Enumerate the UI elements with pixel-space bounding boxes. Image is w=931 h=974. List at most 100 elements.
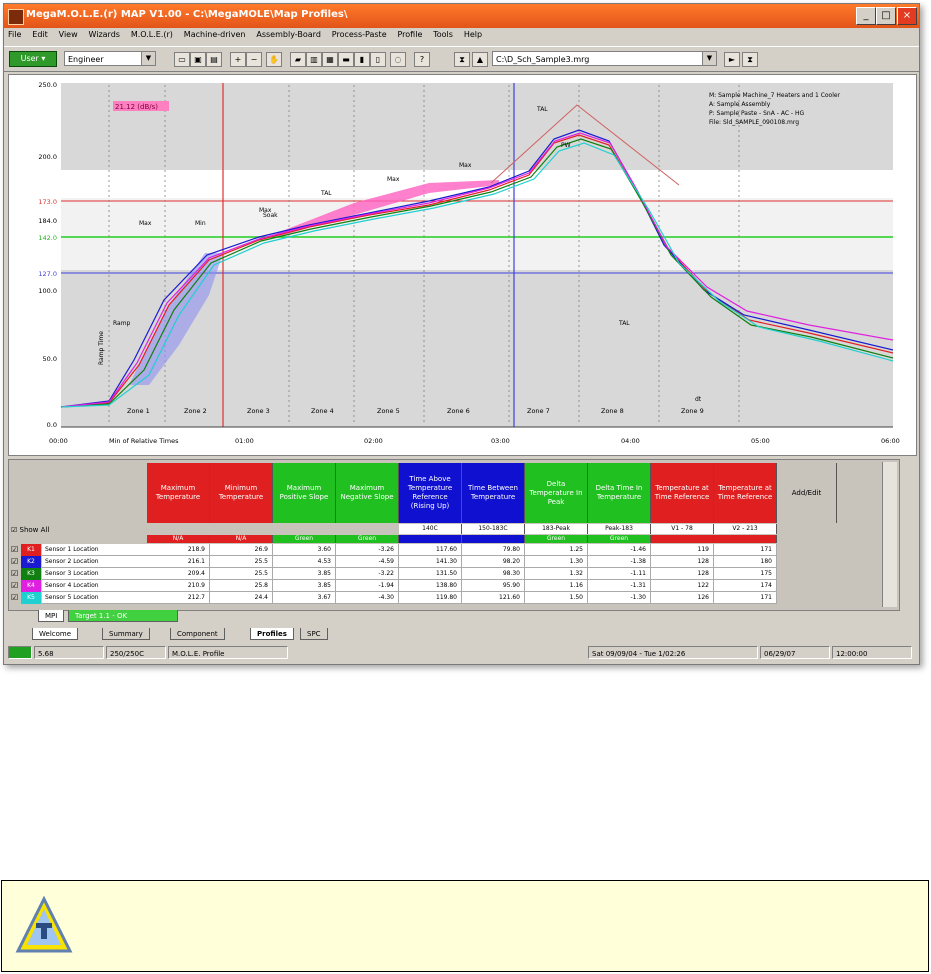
table-scrollbar[interactable] [882,462,897,607]
value-cell: 212.7 [147,592,210,604]
arrow-right-icon[interactable]: ► [724,52,740,67]
tab-mpi[interactable]: MPI [38,610,65,622]
filter-icon[interactable]: ▯ [370,52,386,67]
menu-view[interactable]: View [55,28,82,41]
max-label-4: Max [459,162,472,169]
arrow-up-icon[interactable]: ▲ [472,52,488,67]
col-header[interactable]: Maximum Negative Slope [336,463,399,523]
menu-tools[interactable]: Tools [429,28,457,41]
value-cell: -1.46 [588,544,651,556]
status-cell [462,535,525,543]
menu-process[interactable]: Process-Paste [328,28,391,41]
col-header[interactable]: Temperature at Time Reference [714,463,777,523]
tab-summary[interactable]: Summary [102,628,150,640]
table-row[interactable]: ☑ K3 Sensor 3 Location 209.4 25.5 3.85 -… [9,568,899,580]
value-cell: 180 [714,556,777,568]
col-header[interactable]: Maximum Positive Slope [273,463,336,523]
row-checkbox[interactable]: ☑ [11,593,18,602]
menu-machine[interactable]: Machine-driven [180,28,250,41]
col-header[interactable]: Maximum Temperature [147,463,210,523]
pw-label: PW [561,142,571,149]
value-cell: 122 [651,580,714,592]
chart-icon[interactable]: ▥ [306,52,322,67]
close-button[interactable]: × [897,7,917,25]
table-row[interactable]: ☑ K5 Sensor 5 Location 212.7 24.4 3.67 -… [9,592,899,604]
value-cell: 3.60 [273,544,336,556]
row-checkbox[interactable]: ☑ [11,545,18,554]
zoom-out-icon[interactable]: − [246,52,262,67]
row-checkbox[interactable]: ☑ [11,569,18,578]
maximize-button[interactable]: □ [876,7,896,25]
refresh-icon[interactable]: ◌ [390,52,406,67]
new-icon[interactable]: ▭ [174,52,190,67]
user-role-combo[interactable]: Engineer ▼ [64,51,156,66]
status-cell [714,535,777,543]
col-header[interactable]: Time Above Temperature Reference (Rising… [399,463,462,523]
table-row[interactable]: ☑ K2 Sensor 2 Location 216.1 25.5 4.53 -… [9,556,899,568]
y-tick: 0.0 [47,421,57,429]
row-checkbox[interactable]: ☑ [11,581,18,590]
print-icon[interactable]: ▤ [206,52,222,67]
zoom-in-icon[interactable]: + [230,52,246,67]
tab-component[interactable]: Component [170,628,225,640]
zone-label: Zone 9 [681,407,704,415]
table-row[interactable]: ☑ K1 Sensor 1 Location 218.9 26.9 3.60 -… [9,544,899,556]
save-icon[interactable]: ▣ [190,52,206,67]
tab-welcome[interactable]: Welcome [32,628,79,640]
menu-wizards[interactable]: Wizards [85,28,124,41]
menu-edit[interactable]: Edit [28,28,52,41]
table-row[interactable]: ☑ K4 Sensor 4 Location 210.9 25.8 3.85 -… [9,580,899,592]
table-icon[interactable]: ▦ [322,52,338,67]
menu-profile[interactable]: Profile [393,28,426,41]
tab-profiles[interactable]: Profiles [250,628,294,640]
hand-icon[interactable]: ✋ [266,52,282,67]
row-checkbox[interactable]: ☑ [11,557,18,566]
add-edit-button[interactable]: Add/Edit [777,463,837,523]
value-cell: 216.1 [147,556,210,568]
zone-label: Zone 8 [601,407,624,415]
value-cell: 121.60 [462,592,525,604]
col-header[interactable]: Delta Time In Temperature [588,463,651,523]
file-combo[interactable]: C:\D_Sch_Sample3.mrg ▼ [492,51,717,66]
tab-spc[interactable]: SPC [300,628,328,640]
minimize-button[interactable]: _ [856,7,876,25]
profile-plot[interactable]: 21.12 (dB/s) M: Sample Machine_7 Heaters… [8,74,917,456]
y-tick: 200.0 [38,153,57,161]
ruler-icon[interactable]: ▬ [338,52,354,67]
menu-assembly[interactable]: Assembly-Board [252,28,325,41]
menu-help[interactable]: Help [460,28,486,41]
y-axis-limit-labels: 173.0 142.0 127.0 [38,198,57,278]
status-mode: M.O.L.E. Profile [168,646,288,659]
help-icon[interactable]: ? [414,52,430,67]
value-cell: -1.94 [336,580,399,592]
folder-icon[interactable]: ▰ [290,52,306,67]
menu-mole[interactable]: M.O.L.E.(r) [127,28,177,41]
show-all-checkbox[interactable]: ☑ Show All [11,526,49,534]
sub-cell: 150-183C [462,524,525,534]
value-cell: 25.8 [210,580,273,592]
status-cell: Green [336,535,399,543]
hourglass-icon[interactable]: ⧗ [454,52,470,67]
col-header[interactable]: Temperature at Time Reference [651,463,714,523]
value-cell: -1.31 [588,580,651,592]
value-cell: 128 [651,568,714,580]
value-cell: 175 [714,568,777,580]
chevron-down-icon[interactable]: ▼ [702,52,716,65]
hourglass-icon[interactable]: ⧗ [742,52,758,67]
menu-file[interactable]: File [4,28,25,41]
tab-target[interactable]: Target 1.1 - OK [68,610,178,622]
col-header[interactable]: Delta Temperature In Peak [525,463,588,523]
value-cell: 1.32 [525,568,588,580]
chevron-down-icon[interactable]: ▼ [141,52,155,65]
lower-limit-label: 127.0 [38,270,57,278]
sensor-name: Sensor 4 Location [42,580,147,592]
col-header[interactable]: Time Between Temperature [462,463,525,523]
marker-icon[interactable]: ▮ [354,52,370,67]
user-button[interactable]: User ▾ [9,51,57,67]
tip-icon [15,895,73,953]
view-tabs: Welcome Summary Component Profiles SPC [10,628,915,642]
value-cell: -4.30 [336,592,399,604]
col-header[interactable]: Minimum Temperature [210,463,273,523]
value-cell: 98.30 [462,568,525,580]
x-tick: 01:00 [235,437,254,445]
